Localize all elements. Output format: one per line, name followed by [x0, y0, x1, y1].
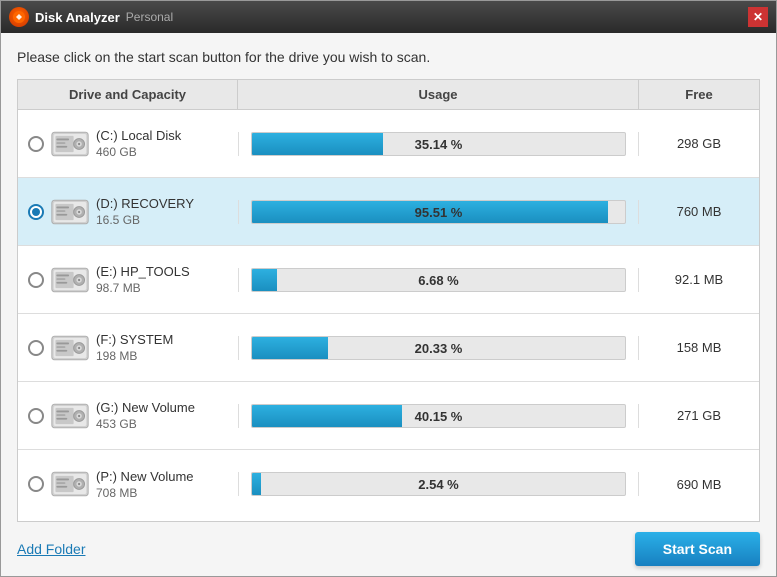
hdd-icon	[50, 262, 90, 298]
usage-bar-text: 2.54 %	[252, 473, 625, 496]
radio-button[interactable]	[28, 340, 44, 356]
radio-button[interactable]	[28, 408, 44, 424]
hdd-icon	[50, 466, 90, 502]
usage-cell: 40.15 %	[238, 404, 639, 428]
drive-label: (F:) SYSTEM	[96, 332, 173, 347]
table-body: (C:) Local Disk 460 GB 35.14 % 298 GB	[18, 110, 759, 518]
table-header: Drive and Capacity Usage Free	[18, 80, 759, 110]
usage-bar-text: 40.15 %	[252, 405, 625, 428]
main-window: Disk Analyzer Personal ✕ Please click on…	[0, 0, 777, 577]
radio-button[interactable]	[28, 272, 44, 288]
app-badge: Personal	[126, 10, 173, 24]
usage-cell: 6.68 %	[238, 268, 639, 292]
drive-details: (F:) SYSTEM 198 MB	[96, 332, 173, 363]
usage-bar-text: 95.51 %	[252, 201, 625, 224]
usage-bar: 20.33 %	[251, 336, 626, 360]
start-scan-button[interactable]: Start Scan	[635, 532, 760, 566]
usage-bar: 35.14 %	[251, 132, 626, 156]
drive-label: (G:) New Volume	[96, 400, 195, 415]
drive-table: Drive and Capacity Usage Free (C:) Local…	[17, 79, 760, 522]
app-icon	[9, 7, 29, 27]
drive-row[interactable]: (P:) New Volume 708 MB 2.54 % 690 MB	[18, 450, 759, 518]
drive-label: (D:) RECOVERY	[96, 196, 194, 211]
drive-row[interactable]: (C:) Local Disk 460 GB 35.14 % 298 GB	[18, 110, 759, 178]
content-area: Please click on the start scan button fo…	[1, 33, 776, 522]
usage-bar: 6.68 %	[251, 268, 626, 292]
free-cell: 298 GB	[639, 128, 759, 159]
drive-details: (P:) New Volume 708 MB	[96, 469, 194, 500]
hdd-icon	[50, 398, 90, 434]
drive-info-cell: (G:) New Volume 453 GB	[18, 390, 238, 442]
radio-button[interactable]	[28, 476, 44, 492]
add-folder-link[interactable]: Add Folder	[17, 541, 85, 557]
drive-row[interactable]: (G:) New Volume 453 GB 40.15 % 271 GB	[18, 382, 759, 450]
drive-label: (E:) HP_TOOLS	[96, 264, 190, 279]
drive-label: (P:) New Volume	[96, 469, 194, 484]
usage-bar: 40.15 %	[251, 404, 626, 428]
title-bar-left: Disk Analyzer Personal	[9, 7, 173, 27]
hdd-icon	[50, 330, 90, 366]
drive-info-cell: (P:) New Volume 708 MB	[18, 458, 238, 510]
drive-row[interactable]: (D:) RECOVERY 16.5 GB 95.51 % 760 MB	[18, 178, 759, 246]
title-bar: Disk Analyzer Personal ✕	[1, 1, 776, 33]
usage-bar: 95.51 %	[251, 200, 626, 224]
col-header-usage: Usage	[238, 80, 639, 109]
app-title: Disk Analyzer	[35, 10, 120, 25]
free-cell: 92.1 MB	[639, 264, 759, 295]
drive-details: (C:) Local Disk 460 GB	[96, 128, 181, 159]
free-cell: 760 MB	[639, 196, 759, 227]
drive-size: 16.5 GB	[96, 213, 194, 227]
instruction-text: Please click on the start scan button fo…	[17, 49, 760, 65]
drive-info-cell: (D:) RECOVERY 16.5 GB	[18, 186, 238, 238]
usage-cell: 20.33 %	[238, 336, 639, 360]
col-header-drive: Drive and Capacity	[18, 80, 238, 109]
usage-cell: 35.14 %	[238, 132, 639, 156]
drive-size: 98.7 MB	[96, 281, 190, 295]
radio-button[interactable]	[28, 204, 44, 220]
drive-info-cell: (F:) SYSTEM 198 MB	[18, 322, 238, 374]
usage-cell: 95.51 %	[238, 200, 639, 224]
usage-bar-text: 20.33 %	[252, 337, 625, 360]
free-cell: 271 GB	[639, 400, 759, 431]
drive-details: (G:) New Volume 453 GB	[96, 400, 195, 431]
drive-size: 460 GB	[96, 145, 181, 159]
drive-row[interactable]: (F:) SYSTEM 198 MB 20.33 % 158 MB	[18, 314, 759, 382]
usage-bar-text: 6.68 %	[252, 269, 625, 292]
free-cell: 690 MB	[639, 469, 759, 500]
free-cell: 158 MB	[639, 332, 759, 363]
hdd-icon	[50, 126, 90, 162]
footer: Add Folder Start Scan	[1, 522, 776, 576]
drive-row[interactable]: (E:) HP_TOOLS 98.7 MB 6.68 % 92.1 MB	[18, 246, 759, 314]
drive-info-cell: (C:) Local Disk 460 GB	[18, 118, 238, 170]
col-header-free: Free	[639, 80, 759, 109]
usage-bar-text: 35.14 %	[252, 133, 625, 156]
drive-size: 708 MB	[96, 486, 194, 500]
usage-bar: 2.54 %	[251, 472, 626, 496]
hdd-icon	[50, 194, 90, 230]
drive-size: 198 MB	[96, 349, 173, 363]
drive-details: (E:) HP_TOOLS 98.7 MB	[96, 264, 190, 295]
drive-details: (D:) RECOVERY 16.5 GB	[96, 196, 194, 227]
usage-cell: 2.54 %	[238, 472, 639, 496]
close-button[interactable]: ✕	[748, 7, 768, 27]
radio-button[interactable]	[28, 136, 44, 152]
drive-info-cell: (E:) HP_TOOLS 98.7 MB	[18, 254, 238, 306]
drive-size: 453 GB	[96, 417, 195, 431]
drive-label: (C:) Local Disk	[96, 128, 181, 143]
